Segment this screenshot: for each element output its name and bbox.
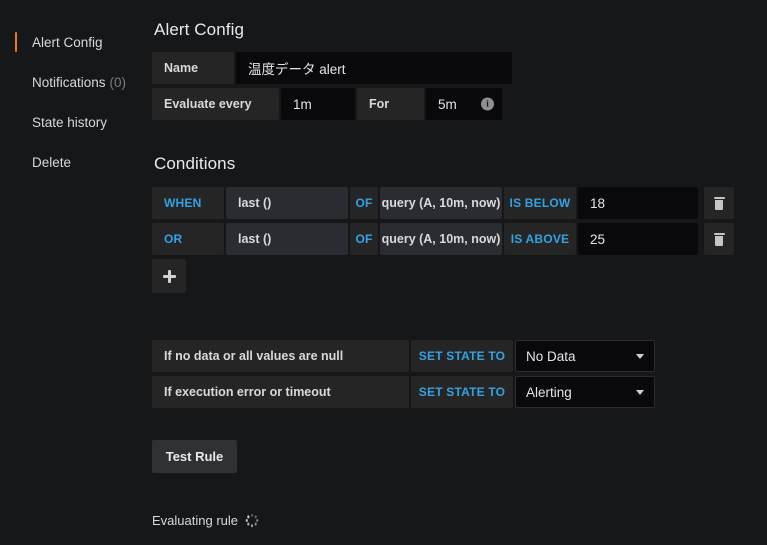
trash-icon xyxy=(713,232,725,246)
sidebar-item-state-history[interactable]: State history xyxy=(0,102,152,142)
execution-error-set-state-label: SET STATE TO xyxy=(411,376,513,408)
plus-icon xyxy=(162,269,176,283)
evaluate-every-input[interactable]: 1m xyxy=(281,88,355,120)
condition-of-label: OF xyxy=(350,223,378,255)
sidebar-item-label: Alert Config xyxy=(32,34,103,50)
sidebar: Alert Config Notifications (0) State his… xyxy=(0,0,152,545)
condition-operator[interactable]: OR xyxy=(152,223,224,255)
condition-row: WHEN last () OF query (A, 10m, now) IS B… xyxy=(152,187,767,219)
loading-spinner-icon xyxy=(245,514,259,528)
delete-condition-button[interactable] xyxy=(704,187,734,219)
sidebar-item-label: Delete xyxy=(32,154,72,170)
evaluate-every-label: Evaluate every xyxy=(152,88,279,120)
main-content: Alert Config Name 温度データ alert Evaluate e… xyxy=(152,0,767,545)
chevron-down-icon xyxy=(636,354,644,359)
no-data-set-state-label: SET STATE TO xyxy=(411,340,513,372)
condition-of-label: OF xyxy=(350,187,378,219)
sidebar-item-notifications[interactable]: Notifications (0) xyxy=(0,62,152,102)
for-label: For xyxy=(357,88,424,120)
execution-error-label: If execution error or timeout xyxy=(152,376,409,408)
execution-error-state-select[interactable]: Alerting xyxy=(515,376,655,408)
notifications-count: (0) xyxy=(109,74,127,90)
evaluating-status-label: Evaluating rule xyxy=(152,513,238,528)
conditions-title: Conditions xyxy=(154,154,236,173)
condition-comparator[interactable]: IS BELOW xyxy=(504,187,576,219)
condition-reducer[interactable]: last () xyxy=(226,223,348,255)
sidebar-item-alert-config[interactable]: Alert Config xyxy=(0,22,152,62)
name-label: Name xyxy=(152,52,234,84)
alert-config-page: Alert Config Notifications (0) State his… xyxy=(0,0,767,545)
trash-icon xyxy=(713,196,725,210)
active-indicator-bar xyxy=(15,152,17,172)
error-handling-section: If no data or all values are null SET ST… xyxy=(152,340,767,408)
test-rule-button[interactable]: Test Rule xyxy=(152,440,237,473)
no-data-state-value: No Data xyxy=(526,348,576,364)
condition-row: OR last () OF query (A, 10m, now) IS ABO… xyxy=(152,223,767,255)
alert-name-input[interactable]: 温度データ alert xyxy=(236,52,512,84)
condition-comparator[interactable]: IS ABOVE xyxy=(504,223,576,255)
condition-reducer[interactable]: last () xyxy=(226,187,348,219)
condition-threshold-input[interactable]: 18 xyxy=(578,187,698,219)
active-indicator-bar xyxy=(15,72,17,92)
evaluate-row: Evaluate every 1m For 5m i xyxy=(152,88,767,120)
sidebar-item-label: Notifications xyxy=(32,74,106,90)
active-indicator-bar xyxy=(15,112,17,132)
no-data-row: If no data or all values are null SET ST… xyxy=(152,340,767,372)
info-icon[interactable]: i xyxy=(481,97,494,111)
delete-condition-button[interactable] xyxy=(704,223,734,255)
active-indicator-bar xyxy=(15,32,17,52)
no-data-state-select[interactable]: No Data xyxy=(515,340,655,372)
condition-threshold-input[interactable]: 25 xyxy=(578,223,698,255)
condition-operator[interactable]: WHEN xyxy=(152,187,224,219)
execution-error-state-value: Alerting xyxy=(526,384,572,400)
condition-query[interactable]: query (A, 10m, now) xyxy=(380,223,502,255)
evaluating-status: Evaluating rule xyxy=(152,513,767,528)
for-input-value: 5m xyxy=(438,96,457,112)
for-input[interactable]: 5m i xyxy=(426,88,502,120)
no-data-label: If no data or all values are null xyxy=(152,340,409,372)
name-row: Name 温度データ alert xyxy=(152,52,767,84)
sidebar-item-label: State history xyxy=(32,114,108,130)
chevron-down-icon xyxy=(636,390,644,395)
add-condition-button[interactable] xyxy=(152,259,186,293)
execution-error-row: If execution error or timeout SET STATE … xyxy=(152,376,767,408)
sidebar-item-delete[interactable]: Delete xyxy=(0,142,152,182)
page-title: Alert Config xyxy=(154,20,245,39)
condition-query[interactable]: query (A, 10m, now) xyxy=(380,187,502,219)
